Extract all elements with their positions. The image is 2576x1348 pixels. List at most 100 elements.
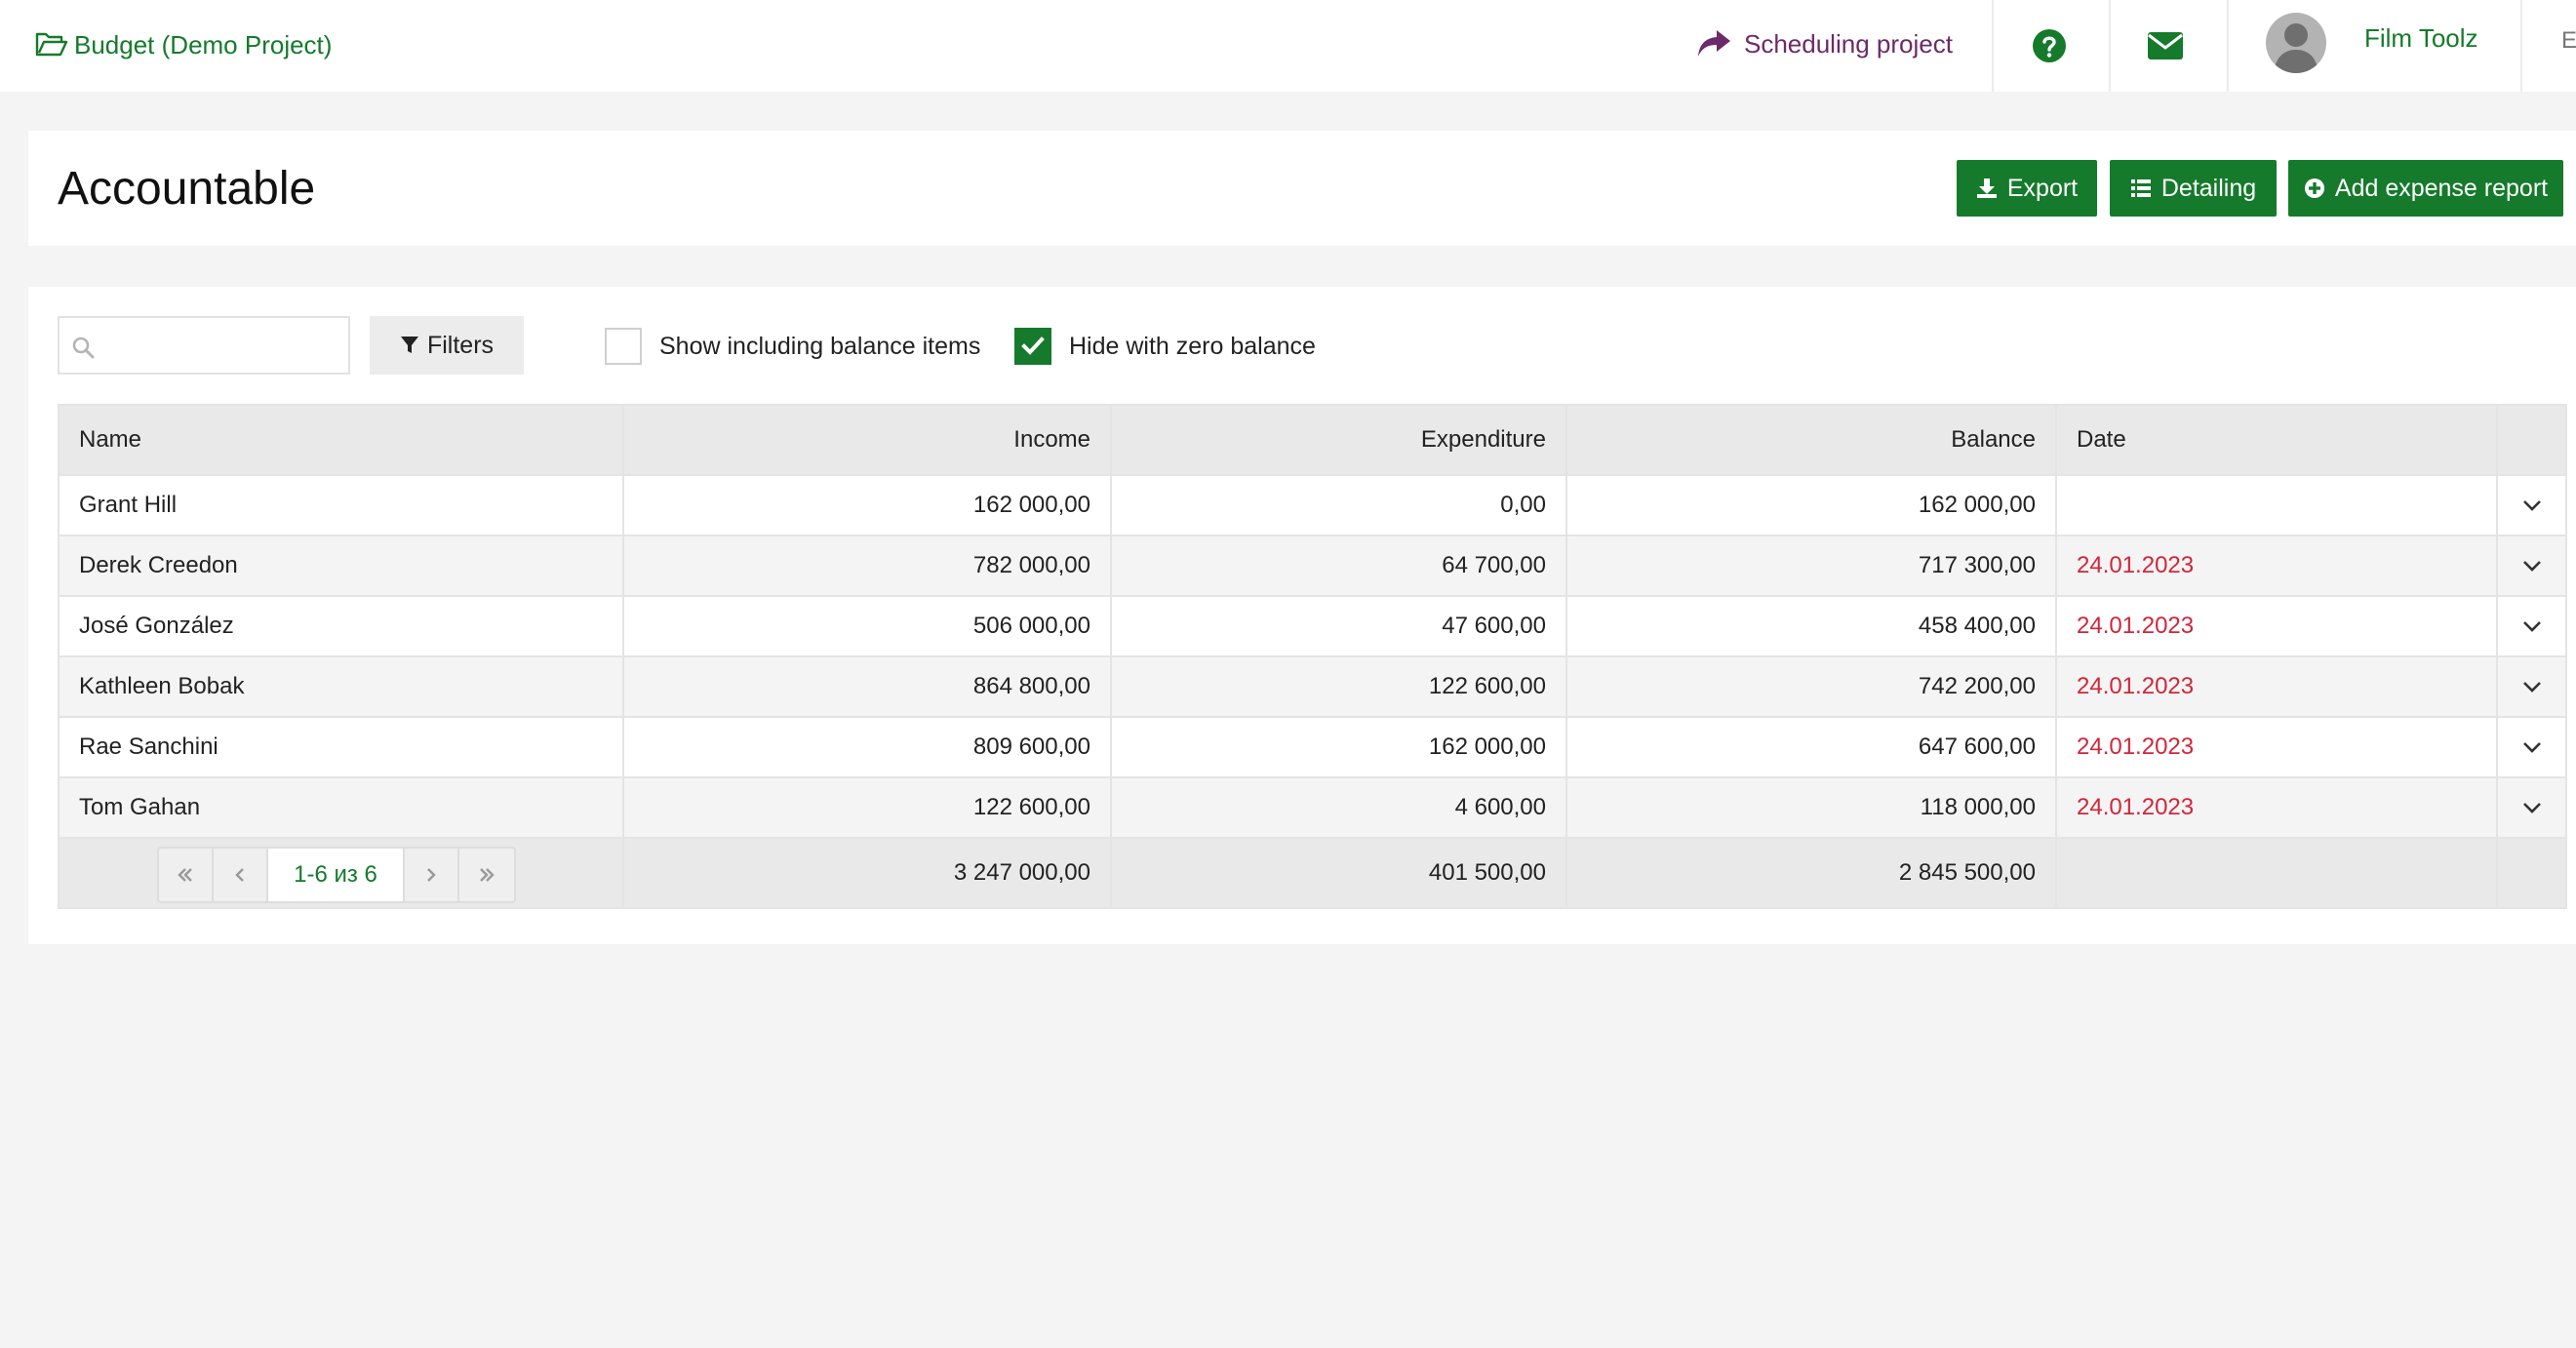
filters-button[interactable]: Filters bbox=[370, 316, 524, 375]
cell-name: Derek Creedon bbox=[58, 535, 624, 597]
cell-date: 24.01.2023 bbox=[2055, 595, 2498, 657]
table-row[interactable]: José González 506 000,00 47 600,00 458 4… bbox=[58, 595, 2567, 657]
nav-divider bbox=[1992, 0, 1994, 92]
pagination-info: 1-6 из 6 bbox=[268, 849, 405, 901]
help-circle-icon bbox=[2033, 29, 2066, 62]
cell-balance: 717 300,00 bbox=[1565, 535, 2057, 597]
double-chevron-left-icon bbox=[178, 868, 192, 882]
checkmark-icon bbox=[1021, 337, 1045, 355]
table-row[interactable]: Rae Sanchini 809 600,00 162 000,00 647 6… bbox=[58, 716, 2567, 778]
detailing-label: Detailing bbox=[2160, 174, 2257, 202]
detailing-button[interactable]: Detailing bbox=[2110, 160, 2277, 217]
hide-zero-balance-label: Hide with zero balance bbox=[1069, 332, 1316, 360]
search-box[interactable] bbox=[58, 316, 350, 375]
table-row[interactable]: Derek Creedon 782 000,00 64 700,00 717 3… bbox=[58, 535, 2567, 597]
share-arrow-icon bbox=[1698, 30, 1730, 57]
row-expand-button[interactable] bbox=[2496, 655, 2567, 718]
page-title: Accountable bbox=[58, 163, 316, 215]
show-balance-items-checkbox[interactable] bbox=[605, 328, 642, 365]
row-expand-button[interactable] bbox=[2496, 716, 2567, 778]
table-row[interactable]: Grant Hill 162 000,00 0,00 162 000,00 bbox=[58, 474, 2567, 536]
cell-balance: 118 000,00 bbox=[1565, 776, 2057, 839]
table-row[interactable]: Kathleen Bobak 864 800,00 122 600,00 742… bbox=[58, 655, 2567, 718]
chevron-down-icon bbox=[2522, 803, 2541, 813]
cell-expenditure: 0,00 bbox=[1110, 474, 1567, 536]
cell-name: José González bbox=[58, 595, 624, 657]
column-header-date[interactable]: Date bbox=[2055, 404, 2498, 476]
cell-income: 506 000,00 bbox=[622, 595, 1112, 657]
cell-balance: 742 200,00 bbox=[1565, 655, 2057, 718]
cell-income: 809 600,00 bbox=[622, 716, 1112, 778]
pagination-cell: 1-6 из 6 bbox=[58, 837, 624, 909]
user-avatar[interactable] bbox=[2266, 13, 2326, 73]
column-header-income[interactable]: Income bbox=[622, 404, 1112, 476]
export-label: Export bbox=[2006, 174, 2079, 202]
search-icon bbox=[72, 337, 95, 359]
export-button[interactable]: Export bbox=[1957, 160, 2097, 217]
row-expand-button[interactable] bbox=[2496, 474, 2567, 536]
first-page-button[interactable] bbox=[159, 849, 214, 901]
cell-expenditure: 47 600,00 bbox=[1110, 595, 1567, 657]
folder-open-icon bbox=[35, 32, 68, 57]
page-header-panel: Accountable Export Detailing Add expense… bbox=[28, 131, 2576, 246]
next-page-button[interactable] bbox=[405, 849, 459, 901]
row-expand-button[interactable] bbox=[2496, 595, 2567, 657]
add-expense-report-label: Add expense report bbox=[2334, 174, 2549, 202]
messages-button[interactable] bbox=[2143, 23, 2188, 68]
hide-zero-balance-toggle[interactable]: Hide with zero balance bbox=[1014, 328, 1316, 365]
chevron-down-icon bbox=[2522, 742, 2541, 753]
row-expand-button[interactable] bbox=[2496, 776, 2567, 839]
previous-page-button[interactable] bbox=[214, 849, 268, 901]
user-name[interactable]: Film Toolz bbox=[2364, 23, 2478, 54]
cell-income: 864 800,00 bbox=[622, 655, 1112, 718]
show-balance-items-toggle[interactable]: Show including balance items bbox=[605, 328, 980, 365]
column-header-expenditure[interactable]: Expenditure bbox=[1110, 404, 1567, 476]
cell-date: 24.01.2023 bbox=[2055, 535, 2498, 597]
total-income: 3 247 000,00 bbox=[622, 837, 1112, 909]
cell-date: 24.01.2023 bbox=[2055, 716, 2498, 778]
cell-income: 122 600,00 bbox=[622, 776, 1112, 839]
search-input[interactable] bbox=[102, 326, 337, 365]
cell-income: 782 000,00 bbox=[622, 535, 1112, 597]
scheduling-label: Scheduling project bbox=[1744, 28, 1953, 59]
table-row[interactable]: Tom Gahan 122 600,00 4 600,00 118 000,00… bbox=[58, 776, 2567, 839]
scheduling-project-link[interactable]: Scheduling project bbox=[1695, 21, 1953, 66]
cell-name: Grant Hill bbox=[58, 474, 624, 536]
cell-expenditure: 162 000,00 bbox=[1110, 716, 1567, 778]
hide-zero-balance-checkbox[interactable] bbox=[1014, 328, 1051, 365]
cell-balance: 162 000,00 bbox=[1565, 474, 2057, 536]
add-expense-report-button[interactable]: Add expense report bbox=[2288, 160, 2563, 217]
project-link[interactable]: Budget (Demo Project) bbox=[35, 25, 332, 64]
accountable-table: Name Income Expenditure Balance Date Gra… bbox=[58, 404, 2567, 909]
filters-label: Filters bbox=[426, 331, 495, 359]
chevron-down-icon bbox=[2522, 682, 2541, 693]
pagination: 1-6 из 6 bbox=[157, 847, 516, 903]
column-header-name[interactable]: Name bbox=[58, 404, 624, 476]
nav-divider bbox=[2520, 0, 2522, 92]
cell-name: Tom Gahan bbox=[58, 776, 624, 839]
user-silhouette-icon bbox=[2274, 23, 2318, 73]
total-actions-empty bbox=[2496, 837, 2567, 909]
chevron-down-icon bbox=[2522, 500, 2541, 511]
total-date-empty bbox=[2055, 837, 2498, 909]
row-expand-button[interactable] bbox=[2496, 535, 2567, 597]
top-navigation: Budget (Demo Project) Scheduling project… bbox=[0, 0, 2576, 92]
cell-date bbox=[2055, 474, 2498, 536]
chevron-down-icon bbox=[2522, 561, 2541, 572]
nav-divider bbox=[2227, 0, 2229, 92]
cell-balance: 458 400,00 bbox=[1565, 595, 2057, 657]
truncated-menu-text[interactable]: E bbox=[2561, 27, 2576, 55]
cell-expenditure: 64 700,00 bbox=[1110, 535, 1567, 597]
total-balance: 2 845 500,00 bbox=[1565, 837, 2057, 909]
column-header-balance[interactable]: Balance bbox=[1565, 404, 2057, 476]
last-page-button[interactable] bbox=[459, 849, 514, 901]
help-button[interactable] bbox=[2027, 23, 2072, 68]
table-header-row: Name Income Expenditure Balance Date bbox=[58, 404, 2567, 476]
cell-date: 24.01.2023 bbox=[2055, 776, 2498, 839]
total-expenditure: 401 500,00 bbox=[1110, 837, 1567, 909]
plus-circle-icon bbox=[2304, 178, 2324, 198]
column-header-actions bbox=[2496, 404, 2567, 476]
filter-icon bbox=[400, 337, 418, 353]
nav-divider bbox=[2109, 0, 2111, 92]
table-totals-row: 1-6 из 6 3 247 000,00 401 500,00 2 845 5… bbox=[58, 837, 2567, 909]
